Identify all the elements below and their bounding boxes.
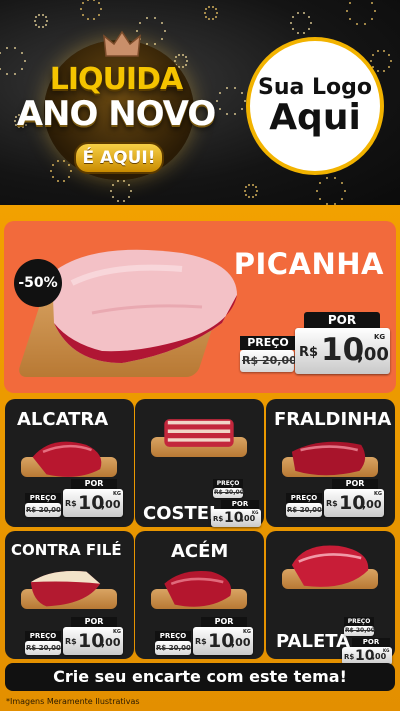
paleta-image — [291, 545, 369, 587]
liquida-ano-novo-logo: LIQUIDA ANO NOVO É AQUI! — [16, 30, 216, 180]
price-cents: ,00 — [101, 498, 121, 511]
header-banner: LIQUIDA ANO NOVO É AQUI! Sua Logo Aqui — [0, 0, 400, 205]
unit-label: KG — [113, 491, 121, 497]
currency: R$ — [344, 653, 355, 661]
por-label: POR — [304, 312, 380, 328]
old-price: R$ 20,00 — [156, 644, 191, 652]
alcatra-image — [32, 441, 102, 477]
unit-label: KG — [374, 333, 386, 341]
currency: R$ — [65, 499, 77, 508]
picanha-image — [52, 249, 237, 363]
preco-label: PREÇO — [240, 336, 296, 350]
preco-label: PREÇO — [286, 493, 322, 503]
old-price: R$ 20,00 — [214, 489, 244, 496]
old-price: R$ 20,00 — [287, 506, 322, 514]
your-logo-placeholder: Sua Logo Aqui — [246, 37, 384, 175]
por-label: POR — [332, 479, 378, 489]
por-label: POR — [71, 617, 117, 627]
price-cents: ,00 — [101, 636, 121, 649]
product-card: ACÉM POR PREÇO R$ 20,00 R$ 10,00 KG — [135, 531, 264, 659]
price-cents: ,00 — [231, 636, 251, 649]
new-price: R$ 10 ,00 KG — [295, 328, 390, 374]
old-price: R$ 20,00 — [345, 627, 375, 634]
your-logo-bottom: Aqui — [269, 96, 361, 138]
por-label: POR — [221, 500, 259, 509]
unit-label: KG — [243, 629, 251, 635]
old-price: R$ 20,00 — [26, 644, 61, 652]
flyer-content: -50% PICANHA POR PREÇO R$ 20,00 R$ 10 ,0… — [0, 205, 400, 711]
preco-label: PREÇO — [25, 631, 61, 641]
preco-label: PREÇO — [344, 617, 374, 626]
product-card: ALCATRA POR PREÇO R$ 20,00 R$ 10,00 KG — [5, 399, 134, 527]
product-name: ACÉM — [171, 541, 229, 562]
price-tag: POR PREÇO R$ 20,00 R$ 10,00 KG — [286, 479, 386, 523]
acém-image — [164, 571, 232, 607]
price-tag: POR PREÇO R$ 20,00 R$ 10,00 KG — [25, 479, 125, 523]
price-tag: PREÇO R$ 20,00 POR R$ 10,00 KG — [342, 617, 394, 665]
cta-banner: Crie seu encarte com este tema! — [5, 663, 395, 691]
unit-label: KG — [374, 491, 382, 497]
product-card: PALETA PREÇO R$ 20,00 POR R$ 10,00 KG — [266, 531, 395, 665]
featured-product-name: PICANHA — [233, 247, 384, 281]
price-cents: ,00 — [362, 498, 382, 511]
por-label: POR — [201, 617, 247, 627]
new-price: R$ 10,00 KG — [63, 489, 123, 517]
new-price: R$ 10,00 KG — [324, 489, 384, 517]
por-label: POR — [352, 638, 390, 647]
por-label: POR — [71, 479, 117, 489]
discount-badge: -50% — [14, 259, 62, 307]
preco-label: PREÇO — [25, 493, 61, 503]
your-logo-top: Sua Logo — [257, 74, 372, 100]
unit-label: KG — [252, 510, 259, 515]
featured-product-card: -50% PICANHA POR PREÇO R$ 20,00 R$ 10 ,0… — [4, 221, 396, 393]
price-cents: ,00 — [372, 652, 387, 661]
logo-line-1: LIQUIDA — [49, 62, 183, 97]
logo-pill: É AQUI! — [74, 142, 164, 174]
product-name: PALETA — [276, 631, 351, 652]
new-price: R$ 10,00 KG — [211, 509, 261, 527]
old-price: R$ 20,00 — [242, 354, 297, 367]
price-cents: ,00 — [241, 514, 256, 523]
price-tag: POR PREÇO R$ 20,00 R$ 10,00 KG — [155, 617, 255, 661]
featured-price-tag: POR PREÇO R$ 20,00 R$ 10 ,00 KG — [240, 312, 390, 374]
price-tag: POR PREÇO R$ 20,00 R$ 10,00 KG — [25, 617, 125, 661]
crown-icon — [103, 30, 141, 57]
product-name: ALCATRA — [17, 409, 109, 430]
contra-filé-image — [30, 570, 101, 607]
product-name: FRALDINHA — [274, 409, 392, 430]
logo-line-2: ANO NOVO — [16, 94, 217, 134]
currency: R$ — [65, 637, 77, 646]
product-card: COSTELA PREÇO R$ 20,00 POR R$ 10,00 KG — [135, 399, 264, 527]
new-price: R$ 10,00 KG — [193, 627, 253, 655]
new-price: R$ 10,00 KG — [63, 627, 123, 655]
price-cents: ,00 — [357, 344, 389, 365]
currency: R$ — [213, 515, 224, 523]
fraldinha-image — [291, 441, 366, 476]
product-card: FRALDINHA POR PREÇO R$ 20,00 R$ 10,00 KG — [266, 399, 395, 527]
currency: R$ — [195, 637, 207, 646]
price-tag: PREÇO R$ 20,00 POR R$ 10,00 KG — [211, 479, 263, 527]
preco-label: PREÇO — [155, 631, 191, 641]
old-price: R$ 20,00 — [26, 506, 61, 514]
unit-label: KG — [383, 648, 390, 653]
currency: R$ — [299, 345, 319, 360]
product-name: CONTRA FILÉ — [11, 541, 122, 559]
preco-label: PREÇO — [213, 479, 243, 488]
product-card: CONTRA FILÉ POR PREÇO R$ 20,00 R$ 10,00 KG — [5, 531, 134, 659]
currency: R$ — [326, 499, 338, 508]
footnote: *Imagens Meramente Ilustrativas — [6, 697, 140, 706]
unit-label: KG — [113, 629, 121, 635]
costela-image — [164, 419, 234, 447]
